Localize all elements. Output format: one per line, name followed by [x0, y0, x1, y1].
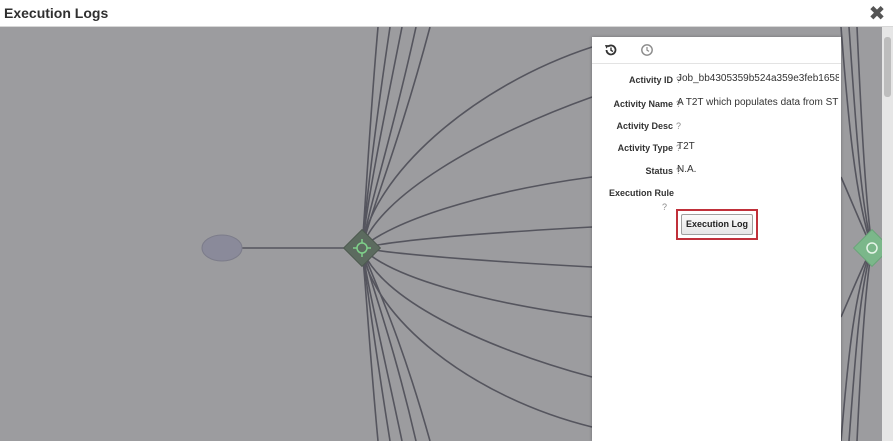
clock-icon[interactable]: [639, 42, 655, 58]
vertical-scrollbar[interactable]: [882, 27, 893, 441]
activity-id-value: Job_bb4305359b524a359e3feb16585: [677, 73, 839, 84]
activity-type-label: Activity Type: [617, 143, 673, 153]
activity-name-label: Activity Name: [613, 99, 673, 109]
status-value: N.A.: [677, 164, 697, 175]
dialog-titlebar: Execution Logs ✖: [0, 0, 893, 27]
activity-details-panel: Activity ID? Job_bb4305359b524a359e3feb1…: [592, 37, 841, 441]
execution-log-button[interactable]: Execution Log: [681, 214, 753, 235]
help-icon[interactable]: ?: [662, 202, 667, 212]
status-label: Status: [645, 166, 673, 176]
activity-desc-label: Activity Desc: [616, 121, 673, 131]
scrollbar-thumb[interactable]: [884, 37, 891, 97]
help-icon[interactable]: ?: [676, 121, 681, 131]
activity-name-value: A T2T which populates data from ST: [677, 97, 839, 108]
close-icon[interactable]: ✖: [867, 3, 887, 23]
history-icon[interactable]: [603, 42, 619, 58]
execution-rule-label: Execution Rule: [608, 188, 674, 198]
activity-id-label: Activity ID: [628, 75, 673, 85]
execution-log-highlight: Execution Log: [676, 209, 758, 240]
panel-toolbar: [592, 37, 841, 64]
dialog-title: Execution Logs: [4, 5, 109, 21]
activity-type-value: T2T: [677, 141, 695, 152]
